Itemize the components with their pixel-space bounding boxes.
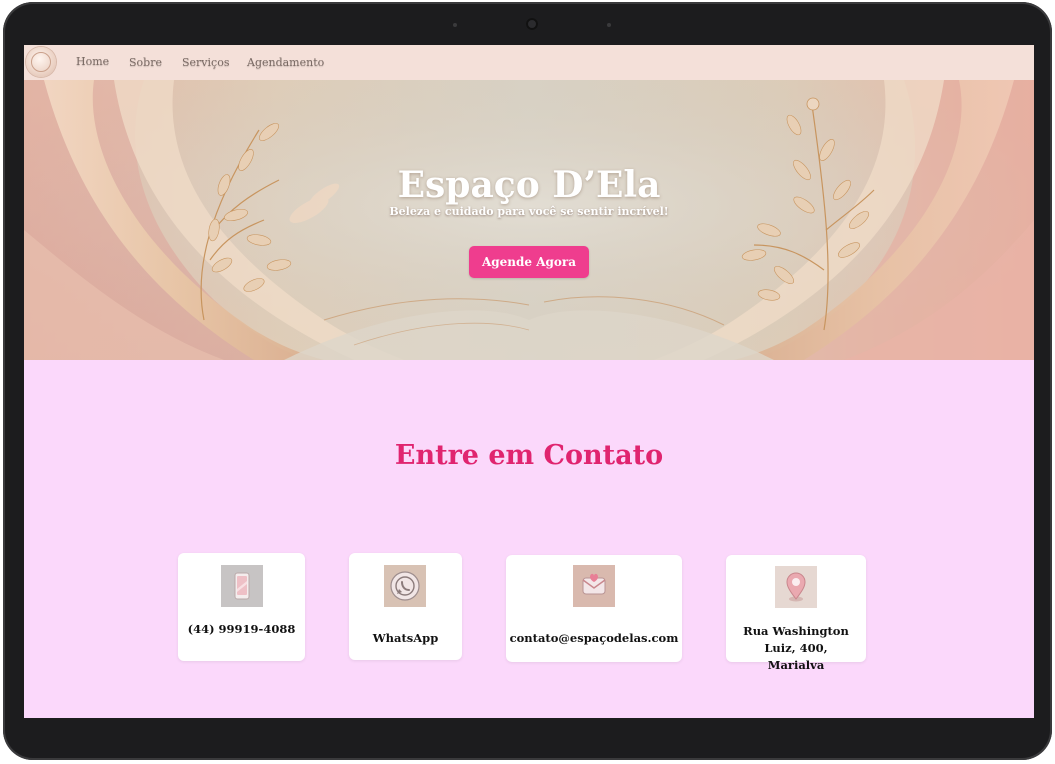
camera-icon: [526, 18, 538, 30]
nav-link-sobre[interactable]: Sobre: [129, 56, 162, 69]
top-navbar: Home Sobre Serviços Agendamento: [24, 45, 1034, 81]
contact-card-label: contato@espaçodelas.com: [509, 631, 679, 645]
nav-link-agendamento[interactable]: Agendamento: [247, 56, 324, 69]
contact-card-whatsapp[interactable]: WhatsApp: [349, 553, 462, 660]
contact-card-label: WhatsApp: [372, 631, 439, 645]
contact-card-label: Rua Washington Luiz, 400, Marialva: [743, 624, 849, 672]
browser-viewport: Home Sobre Serviços Agendamento Espaço D…: [24, 45, 1034, 718]
contact-section-title: Entre em Contato: [394, 440, 664, 471]
location-pin-icon: [775, 566, 817, 608]
book-now-button[interactable]: Agende Agora: [469, 246, 589, 278]
whatsapp-icon: [384, 565, 426, 607]
sensor-dot: [453, 23, 457, 27]
contact-card-phone[interactable]: (44) 99919-4088: [178, 553, 305, 661]
contact-card-address[interactable]: Rua Washington Luiz, 400, Marialva: [726, 555, 866, 672]
hero-title: Espaço D’Ela: [397, 164, 661, 206]
sensor-dot: [607, 23, 611, 27]
hero-banner: Espaço D’Ela Beleza e cuidado para você …: [24, 80, 1034, 360]
email-icon: [573, 565, 615, 607]
hero-subtitle: Beleza e cuidado para você se sentir inc…: [389, 205, 669, 218]
contact-card-email[interactable]: contato@espaçodelas.com: [506, 555, 682, 662]
nav-link-servicos[interactable]: Serviços: [182, 56, 229, 69]
nav-link-home[interactable]: Home: [76, 55, 109, 68]
brand-logo[interactable]: [26, 47, 56, 77]
phone-icon: [221, 565, 263, 607]
contact-card-label: (44) 99919-4088: [187, 622, 296, 636]
hero-background-illustration: [24, 80, 1034, 360]
